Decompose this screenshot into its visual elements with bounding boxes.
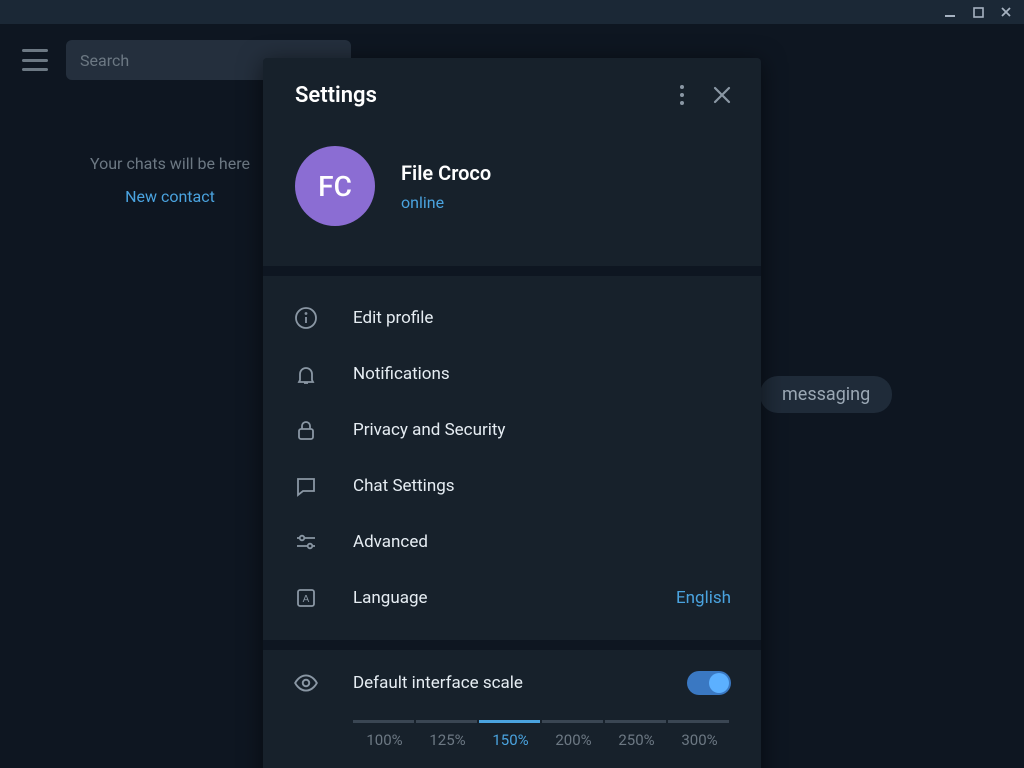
window-minimize-button[interactable] — [942, 4, 958, 20]
scale-option-labels: 100% 125% 150% 200% 250% 300% — [353, 731, 731, 749]
scale-slider[interactable] — [353, 720, 731, 723]
chats-empty-text: Your chats will be here — [90, 154, 250, 173]
settings-menu: Edit profile Notifications Privacy and S… — [263, 276, 761, 640]
section-divider — [263, 266, 761, 276]
kebab-icon — [680, 85, 684, 105]
close-panel-button[interactable] — [705, 78, 739, 112]
menu-item-label: Advanced — [353, 532, 731, 552]
scale-toggle[interactable] — [687, 671, 731, 695]
menu-icon[interactable] — [22, 49, 48, 71]
window-titlebar — [0, 0, 1024, 24]
scale-option[interactable]: 300% — [668, 731, 731, 749]
menu-item-advanced[interactable]: Advanced — [263, 514, 761, 570]
new-contact-link[interactable]: New contact — [90, 187, 250, 206]
menu-item-notifications[interactable]: Notifications — [263, 346, 761, 402]
profile-name: File Croco — [401, 161, 491, 185]
eye-icon — [293, 670, 319, 696]
menu-item-language[interactable]: A Language English — [263, 570, 761, 626]
avatar: FC — [295, 146, 375, 226]
scale-option[interactable]: 125% — [416, 731, 479, 749]
search-placeholder: Search — [80, 51, 129, 70]
info-icon — [293, 305, 319, 331]
bell-icon — [293, 361, 319, 387]
profile-row[interactable]: FC File Croco online — [263, 128, 761, 266]
scale-option[interactable]: 100% — [353, 731, 416, 749]
menu-item-label: Language — [353, 588, 642, 608]
scale-option[interactable]: 200% — [542, 731, 605, 749]
sliders-icon — [293, 529, 319, 555]
settings-panel: Settings FC File Croco online Edit profi… — [263, 58, 761, 768]
lock-icon — [293, 417, 319, 443]
menu-item-chat-settings[interactable]: Chat Settings — [263, 458, 761, 514]
scale-option[interactable]: 150% — [479, 731, 542, 749]
more-options-button[interactable] — [665, 78, 699, 112]
menu-item-value: English — [676, 588, 731, 608]
menu-item-label: Edit profile — [353, 308, 731, 328]
window-close-button[interactable] — [998, 4, 1014, 20]
close-icon — [712, 85, 732, 105]
window-maximize-button[interactable] — [970, 4, 986, 20]
menu-item-label: Chat Settings — [353, 476, 731, 496]
scale-label: Default interface scale — [353, 673, 653, 693]
profile-status: online — [401, 193, 491, 212]
background-chip: messaging — [760, 376, 892, 413]
menu-item-privacy[interactable]: Privacy and Security — [263, 402, 761, 458]
menu-item-edit-profile[interactable]: Edit profile — [263, 290, 761, 346]
scale-option[interactable]: 250% — [605, 731, 668, 749]
menu-item-label: Notifications — [353, 364, 731, 384]
menu-item-label: Privacy and Security — [353, 420, 731, 440]
section-divider — [263, 640, 761, 650]
chat-icon — [293, 473, 319, 499]
svg-text:A: A — [303, 594, 310, 605]
language-icon: A — [293, 585, 319, 611]
panel-title: Settings — [295, 83, 659, 108]
